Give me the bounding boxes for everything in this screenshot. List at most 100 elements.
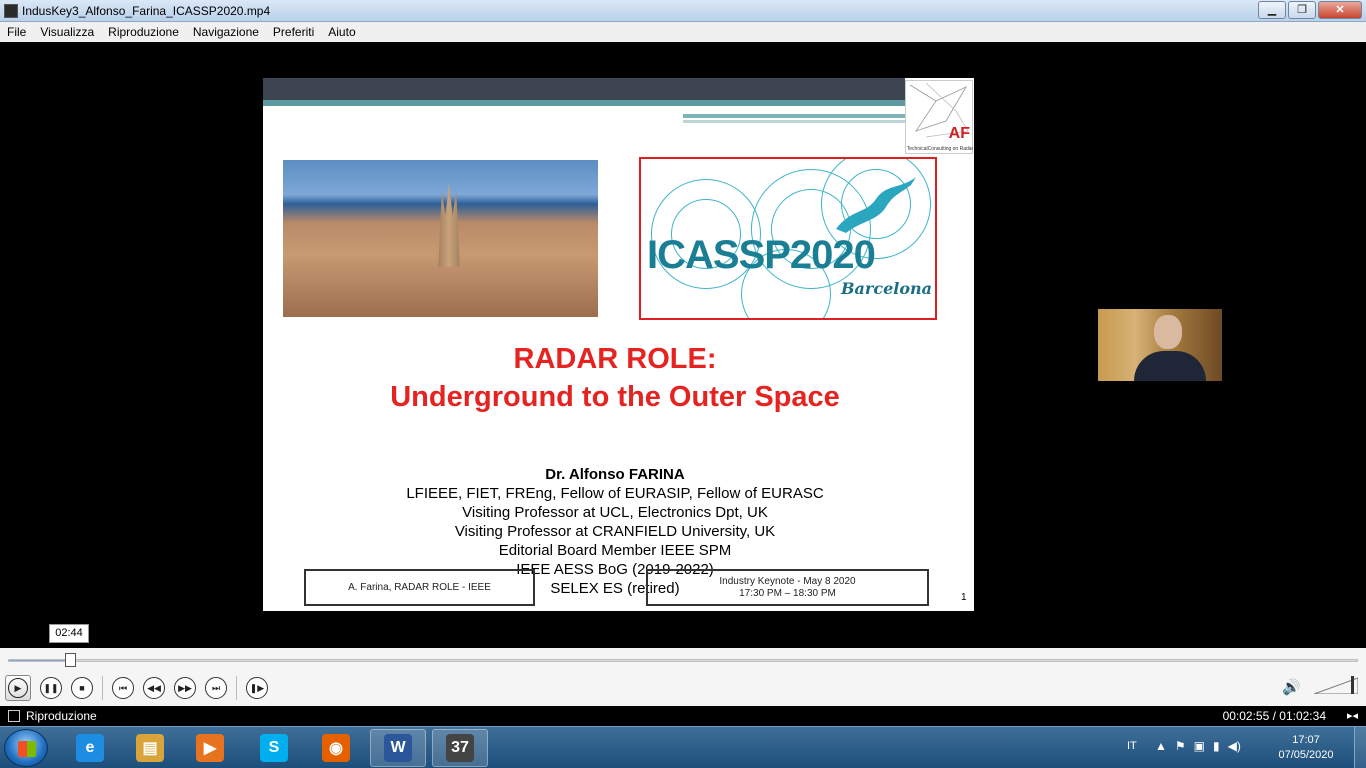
slide-header-band	[263, 78, 905, 100]
status-icon	[8, 710, 20, 722]
slide-page-number: 1	[961, 592, 967, 603]
previous-button[interactable]: ⏮	[112, 677, 134, 699]
rewind-button[interactable]: ◀◀	[143, 677, 165, 699]
screen: IndusKey3_Alfonso_Farina_ICASSP2020.mp4 …	[0, 0, 1366, 768]
menu-visualizza[interactable]: Visualizza	[33, 22, 101, 42]
taskbar-app-internet-explorer[interactable]: e	[62, 729, 118, 767]
menu-aiuto[interactable]: Aiuto	[321, 22, 362, 42]
fast-forward-button[interactable]: ▶▶	[174, 677, 196, 699]
taskbar-app-file-explorer[interactable]: ▤	[122, 729, 178, 767]
slide-title-line1: RADAR ROLE:	[513, 343, 717, 375]
slide-accent-stripe-light	[683, 120, 905, 123]
footer-event: Industry Keynote - May 8 2020	[719, 575, 856, 587]
frame-step-button[interactable]: ❚▶	[246, 677, 268, 699]
volume-slider[interactable]	[1314, 676, 1358, 694]
clock-date: 07/05/2020	[1278, 749, 1334, 761]
icassp-brand-text: ICASSP2020	[647, 233, 876, 277]
speaker-name: Dr. Alfonso FARINA	[545, 466, 685, 483]
status-text: Riproduzione	[26, 709, 97, 723]
icassp-city-text: Barcelona	[841, 279, 932, 298]
separator	[102, 676, 103, 700]
slide-accent-stripe	[683, 114, 905, 118]
taskbar-app-skype[interactable]: S	[246, 729, 302, 767]
seek-tooltip: 02:44	[49, 624, 89, 643]
language-indicator[interactable]: IT	[1127, 740, 1137, 752]
separator	[236, 676, 237, 700]
slide-title: RADAR ROLE: Underground to the Outer Spa…	[263, 340, 967, 416]
speaker-webcam	[1098, 309, 1222, 381]
word-icon: W	[384, 734, 412, 762]
menu-navigazione[interactable]: Navigazione	[186, 22, 266, 42]
taskbar: e ▤ ▶ S ◉ W 37 IT ▲ ⚑ ▣ ▮ ◀) 17:07 07/05/2020	[0, 726, 1366, 768]
network-icon[interactable]: ▮	[1213, 739, 1220, 753]
volume-handle[interactable]	[1351, 676, 1354, 694]
speaker-line: Editorial Board Member IEEE SPM	[498, 542, 732, 559]
slide-header-stripe	[263, 100, 905, 106]
transport-buttons: ▶ ❚❚ ■ ⏮ ◀◀ ▶▶ ⏭ ❚▶	[5, 675, 277, 701]
maximize-button[interactable]: ❐	[1288, 1, 1316, 19]
file-explorer-icon: ▤	[136, 734, 164, 762]
taskbar-app-firefox[interactable]: ◉	[308, 729, 364, 767]
menu-preferiti[interactable]: Preferiti	[266, 22, 321, 42]
action-center-icon[interactable]: ⚑	[1175, 739, 1186, 753]
sagrada-familia-image	[438, 182, 460, 267]
speaker-head	[1154, 315, 1182, 349]
consulting-logo: AF TechnicalConsulting on Radar	[905, 80, 973, 154]
slide-title-line2: Underground to the Outer Space	[390, 381, 840, 413]
next-button[interactable]: ⏭	[205, 677, 227, 699]
speaker-body	[1134, 351, 1206, 381]
show-desktop-button[interactable]	[1354, 727, 1366, 768]
slide-footer-left: A. Farina, RADAR ROLE - IEEE	[304, 569, 535, 606]
clock[interactable]: 17:07 07/05/2020	[1272, 733, 1340, 763]
skype-icon: S	[260, 734, 288, 762]
play-icon: ▶	[8, 678, 28, 698]
start-button[interactable]	[4, 729, 48, 767]
taskbar-app-media-player[interactable]: ▶	[182, 729, 238, 767]
pause-button[interactable]: ❚❚	[40, 677, 62, 699]
seek-progress	[9, 660, 69, 661]
minimize-button[interactable]: ▁	[1258, 1, 1286, 19]
seek-bar[interactable]	[8, 659, 1358, 662]
window-title: IndusKey3_Alfonso_Farina_ICASSP2020.mp4	[22, 4, 271, 18]
menu-file[interactable]: File	[0, 22, 33, 42]
app-icon[interactable]	[4, 4, 18, 18]
skip-back-icon: ⏮	[118, 682, 128, 693]
close-button[interactable]: ✕	[1318, 1, 1362, 19]
stop-icon: ■	[79, 683, 85, 693]
title-bar: IndusKey3_Alfonso_Farina_ICASSP2020.mp4 …	[0, 0, 1366, 22]
device-icon[interactable]: ▣	[1194, 739, 1205, 753]
volume-tray-icon[interactable]: ◀)	[1228, 739, 1241, 753]
gecko-icon	[836, 177, 916, 233]
skip-forward-icon: ⏭	[211, 682, 221, 693]
clock-time: 17:07	[1292, 734, 1320, 746]
media-player-icon: ▶	[196, 734, 224, 762]
window-controls: ▁ ❐ ✕	[1258, 1, 1362, 19]
speaker-line: Visiting Professor at CRANFIELD Universi…	[454, 523, 776, 540]
seek-handle[interactable]	[65, 653, 76, 667]
stop-button[interactable]: ■	[71, 677, 93, 699]
player-controls: ▶ ❚❚ ■ ⏮ ◀◀ ▶▶ ⏭ ❚▶ 🔊	[0, 648, 1366, 706]
time-display: 00:02:55 / 01:02:34	[1222, 709, 1326, 723]
audio-mode-icon[interactable]: ▸◂	[1347, 709, 1358, 722]
play-button[interactable]: ▶	[5, 675, 31, 701]
logo-mark: AF	[948, 125, 970, 142]
footer-time: 17:30 PM – 18:30 PM	[739, 587, 836, 599]
menu-riproduzione[interactable]: Riproduzione	[101, 22, 186, 42]
video-area[interactable]: AF TechnicalConsulting on Radar ICASSP20…	[0, 42, 1366, 648]
taskbar-app-word[interactable]: W	[370, 729, 426, 767]
logo-caption: TechnicalConsulting on Radar	[906, 146, 974, 152]
internet-explorer-icon: e	[76, 734, 104, 762]
slide-footer-right: Industry Keynote - May 8 2020 17:30 PM –…	[646, 569, 929, 606]
menu-bar: File Visualizza Riproduzione Navigazione…	[0, 22, 1366, 42]
taskbar-app-media-player-classic[interactable]: 37	[432, 729, 488, 767]
speaker-line: Visiting Professor at UCL, Electronics D…	[462, 504, 768, 521]
frame-step-icon: ❚▶	[249, 682, 265, 693]
show-hidden-icons-icon[interactable]: ▲	[1155, 739, 1167, 753]
firefox-icon: ◉	[322, 734, 350, 762]
media-player-classic-icon: 37	[446, 734, 474, 762]
fast-forward-icon: ▶▶	[178, 682, 192, 693]
presentation-slide: AF TechnicalConsulting on Radar ICASSP20…	[263, 78, 974, 611]
speaker-line: LFIEEE, FIET, FREng, Fellow of EURASIP, …	[406, 485, 824, 502]
system-tray: ▲ ⚑ ▣ ▮ ◀)	[1155, 739, 1241, 753]
volume-icon[interactable]: 🔊	[1282, 678, 1301, 696]
